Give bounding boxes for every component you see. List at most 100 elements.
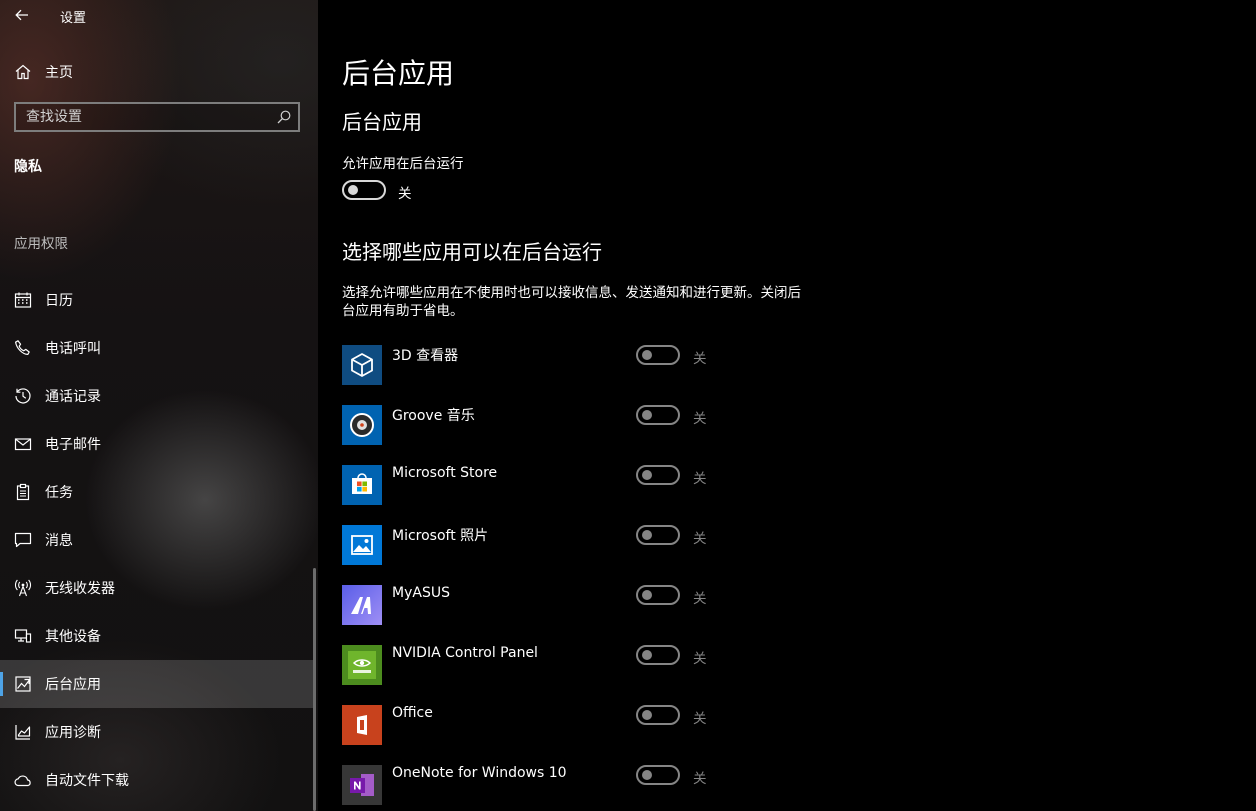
search-icon[interactable] xyxy=(276,109,292,125)
sidebar-item-auto-downloads[interactable]: 自动文件下载 xyxy=(0,756,316,804)
app-row-groove-music: Groove 音乐 关 xyxy=(342,405,742,447)
back-arrow-icon xyxy=(15,9,28,21)
sidebar-item-label: 应用诊断 xyxy=(45,725,101,741)
group-header-app-permissions: 应用权限 xyxy=(14,236,68,252)
toggle-knob xyxy=(642,590,652,600)
app-row-3d-viewer: 3D 查看器 关 xyxy=(342,345,742,387)
toggle-knob xyxy=(642,770,652,780)
calendar-icon xyxy=(14,292,32,308)
sidebar-item-background-apps[interactable]: 后台应用 xyxy=(0,660,316,708)
app-toggle-nvidia-control-panel[interactable] xyxy=(636,645,680,665)
app-toggle-microsoft-store[interactable] xyxy=(636,465,680,485)
page-title: 后台应用 xyxy=(342,57,455,90)
app-name: NVIDIA Control Panel xyxy=(392,645,538,661)
app-row-microsoft-store: Microsoft Store 关 xyxy=(342,465,742,507)
app-name: MyASUS xyxy=(392,585,450,601)
app-state: 关 xyxy=(693,771,707,787)
sidebar: 设置 主页 隐私 应用权限 日历 电话呼叫 xyxy=(0,0,318,811)
3d-viewer-icon xyxy=(342,345,382,385)
sidebar-item-label: 消息 xyxy=(45,533,73,549)
sidebar-item-label: 自动文件下载 xyxy=(45,773,129,789)
main-content: 后台应用 后台应用 允许应用在后台运行 关 选择哪些应用可以在后台运行 选择允许… xyxy=(318,0,1256,811)
home-icon xyxy=(15,64,31,80)
app-name: 3D 查看器 xyxy=(392,348,459,364)
app-state: 关 xyxy=(693,471,707,487)
mail-icon xyxy=(14,438,32,451)
section-title-choose-apps: 选择哪些应用可以在后台运行 xyxy=(342,240,602,264)
app-state: 关 xyxy=(693,351,707,367)
sidebar-item-label: 后台应用 xyxy=(45,677,101,693)
app-state: 关 xyxy=(693,711,707,727)
app-row-nvidia-control-panel: NVIDIA Control Panel 关 xyxy=(342,645,742,687)
app-state: 关 xyxy=(693,531,707,547)
active-indicator xyxy=(0,672,3,696)
photos-icon xyxy=(342,525,382,565)
app-toggle-office[interactable] xyxy=(636,705,680,725)
app-toggle-groove-music[interactable] xyxy=(636,405,680,425)
toggle-knob xyxy=(642,530,652,540)
sidebar-item-messages[interactable]: 消息 xyxy=(0,516,316,564)
sidebar-item-call-history[interactable]: 通话记录 xyxy=(0,372,316,420)
toggle-knob xyxy=(642,350,652,360)
allow-background-toggle[interactable] xyxy=(342,180,386,200)
window-title: 设置 xyxy=(60,11,87,26)
app-toggle-myasus[interactable] xyxy=(636,585,680,605)
app-row-myasus: MyASUS 关 xyxy=(342,585,742,627)
sidebar-item-label: 通话记录 xyxy=(45,389,101,405)
sidebar-item-radios[interactable]: 无线收发器 xyxy=(0,564,316,612)
app-state: 关 xyxy=(693,411,707,427)
clipboard-icon xyxy=(16,483,30,501)
toggle-knob xyxy=(642,410,652,420)
app-toggle-onenote[interactable] xyxy=(636,765,680,785)
section-title-background-apps: 后台应用 xyxy=(342,110,422,134)
sidebar-item-calendar[interactable]: 日历 xyxy=(0,276,316,324)
app-toggle-microsoft-photos[interactable] xyxy=(636,525,680,545)
app-name: Microsoft 照片 xyxy=(392,528,489,544)
nvidia-icon xyxy=(342,645,382,685)
allow-background-label: 允许应用在后台运行 xyxy=(342,156,464,172)
toggle-knob xyxy=(642,470,652,480)
chat-icon xyxy=(14,532,32,548)
sidebar-item-other-devices[interactable]: 其他设备 xyxy=(0,612,316,660)
search-box[interactable] xyxy=(14,102,300,132)
sidebar-scrollbar[interactable] xyxy=(313,568,316,811)
app-toggle-3d-viewer[interactable] xyxy=(636,345,680,365)
sidebar-item-label: 其他设备 xyxy=(45,629,101,645)
sidebar-item-tasks[interactable]: 任务 xyxy=(0,468,316,516)
myasus-icon xyxy=(342,585,382,625)
sidebar-item-label: 任务 xyxy=(45,485,73,501)
toggle-knob xyxy=(642,650,652,660)
phone-icon xyxy=(15,340,30,355)
back-button[interactable] xyxy=(8,3,36,27)
cloud-icon xyxy=(14,775,31,787)
sidebar-item-label: 电子邮件 xyxy=(45,437,101,453)
diagnostics-icon xyxy=(15,725,31,740)
office-icon xyxy=(342,705,382,745)
sidebar-item-phone-calls[interactable]: 电话呼叫 xyxy=(0,324,316,372)
sidebar-item-home[interactable]: 主页 xyxy=(0,48,316,96)
app-name: OneNote for Windows 10 xyxy=(392,765,567,781)
sidebar-item-email[interactable]: 电子邮件 xyxy=(0,420,316,468)
app-state: 关 xyxy=(693,651,707,667)
groove-music-icon xyxy=(342,405,382,445)
devices-icon xyxy=(14,629,32,643)
allow-background-state: 关 xyxy=(398,186,412,202)
background-apps-icon xyxy=(15,676,31,692)
sidebar-item-app-diagnostics[interactable]: 应用诊断 xyxy=(0,708,316,756)
title-bar: 设置 xyxy=(0,0,318,32)
onenote-icon xyxy=(342,765,382,805)
sidebar-item-label: 电话呼叫 xyxy=(45,341,101,357)
sidebar-item-label: 无线收发器 xyxy=(45,581,115,597)
app-state: 关 xyxy=(693,591,707,607)
app-row-microsoft-photos: Microsoft 照片 关 xyxy=(342,525,742,567)
app-name: Microsoft Store xyxy=(392,465,498,481)
antenna-icon xyxy=(15,579,31,597)
toggle-knob xyxy=(348,185,358,195)
section-description: 选择允许哪些应用在不使用时也可以接收信息、发送通知和进行更新。关闭后台应用有助于… xyxy=(342,285,801,319)
search-input[interactable] xyxy=(16,104,276,130)
sidebar-item-label: 日历 xyxy=(45,293,73,309)
sidebar-item-label: 主页 xyxy=(45,65,73,81)
store-icon xyxy=(342,465,382,505)
app-row-onenote: OneNote for Windows 10 关 xyxy=(342,765,742,807)
app-name: Groove 音乐 xyxy=(392,408,475,424)
